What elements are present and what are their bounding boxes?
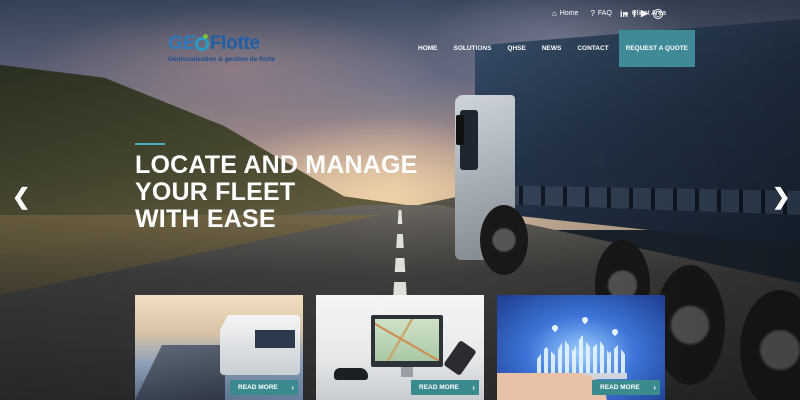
- request-quote-button[interactable]: REQUEST A QUOTE: [618, 30, 695, 67]
- social-links: in f ▶: [620, 8, 663, 19]
- linkedin-icon[interactable]: in: [620, 9, 628, 19]
- feature-card-connected[interactable]: READ MORE ›: [497, 295, 665, 400]
- youtube-icon[interactable]: ▶: [641, 8, 648, 19]
- utility-home-label: Home: [559, 10, 579, 17]
- nav-qhse[interactable]: QHSE: [499, 30, 533, 67]
- logo-geo-text: GE: [168, 33, 195, 54]
- main-navigation: HOME SOLUTIONS QHSE NEWS CONTACT REQUEST…: [410, 30, 695, 67]
- read-more-label: READ MORE: [238, 384, 278, 391]
- read-more-label: READ MORE: [419, 384, 459, 391]
- hero-headline: LOCATE AND MANAGE YOUR FLEET WITH EASE: [135, 152, 418, 233]
- headline-accent-line: [135, 143, 165, 145]
- utility-faq-label: FAQ: [597, 10, 612, 17]
- feature-card-software[interactable]: READ MORE ›: [316, 295, 484, 400]
- logo-wordmark: GE Flotte: [168, 33, 275, 55]
- globe-icon[interactable]: [652, 8, 663, 19]
- read-more-button[interactable]: READ MORE ›: [411, 380, 479, 395]
- chevron-left-icon[interactable]: ❮: [12, 186, 30, 208]
- utility-home-link[interactable]: ⌂ Home: [552, 9, 579, 18]
- home-icon: ⌂: [551, 9, 557, 18]
- location-pin-icon: [194, 34, 209, 51]
- nav-home[interactable]: HOME: [410, 30, 446, 67]
- hero-headline-line: YOUR FLEET: [135, 178, 296, 206]
- hero-headline-line: WITH EASE: [135, 205, 276, 233]
- hero-headline-line: LOCATE AND MANAGE: [135, 151, 418, 179]
- chevron-right-icon: ›: [653, 383, 656, 392]
- site-logo[interactable]: GE Flotte Géolocalisation & gestion de f…: [168, 33, 275, 63]
- nav-solutions[interactable]: SOLUTIONS: [446, 30, 500, 67]
- question-icon: ?: [590, 9, 595, 18]
- chevron-right-icon: ›: [291, 383, 294, 392]
- card-image-car: [334, 368, 368, 380]
- card-image-monitor-stand: [401, 367, 413, 377]
- logo-tagline: Géolocalisation & gestion de flotte: [168, 56, 275, 63]
- chevron-right-icon[interactable]: ❯: [772, 186, 790, 208]
- feature-card-tracking[interactable]: READ MORE ›: [135, 295, 303, 400]
- read-more-button[interactable]: READ MORE ›: [230, 380, 298, 395]
- chevron-right-icon: ›: [472, 383, 475, 392]
- card-image-truck-window: [255, 330, 295, 348]
- read-more-label: READ MORE: [600, 384, 640, 391]
- read-more-button[interactable]: READ MORE ›: [592, 380, 660, 395]
- nav-news[interactable]: NEWS: [534, 30, 570, 67]
- card-image-map: [375, 319, 439, 361]
- facebook-icon[interactable]: f: [633, 9, 636, 19]
- card-image-hand: [497, 373, 607, 400]
- utility-faq-link[interactable]: ? FAQ: [590, 9, 611, 18]
- nav-contact[interactable]: CONTACT: [569, 30, 616, 67]
- logo-flotte-text: Flotte: [209, 33, 260, 54]
